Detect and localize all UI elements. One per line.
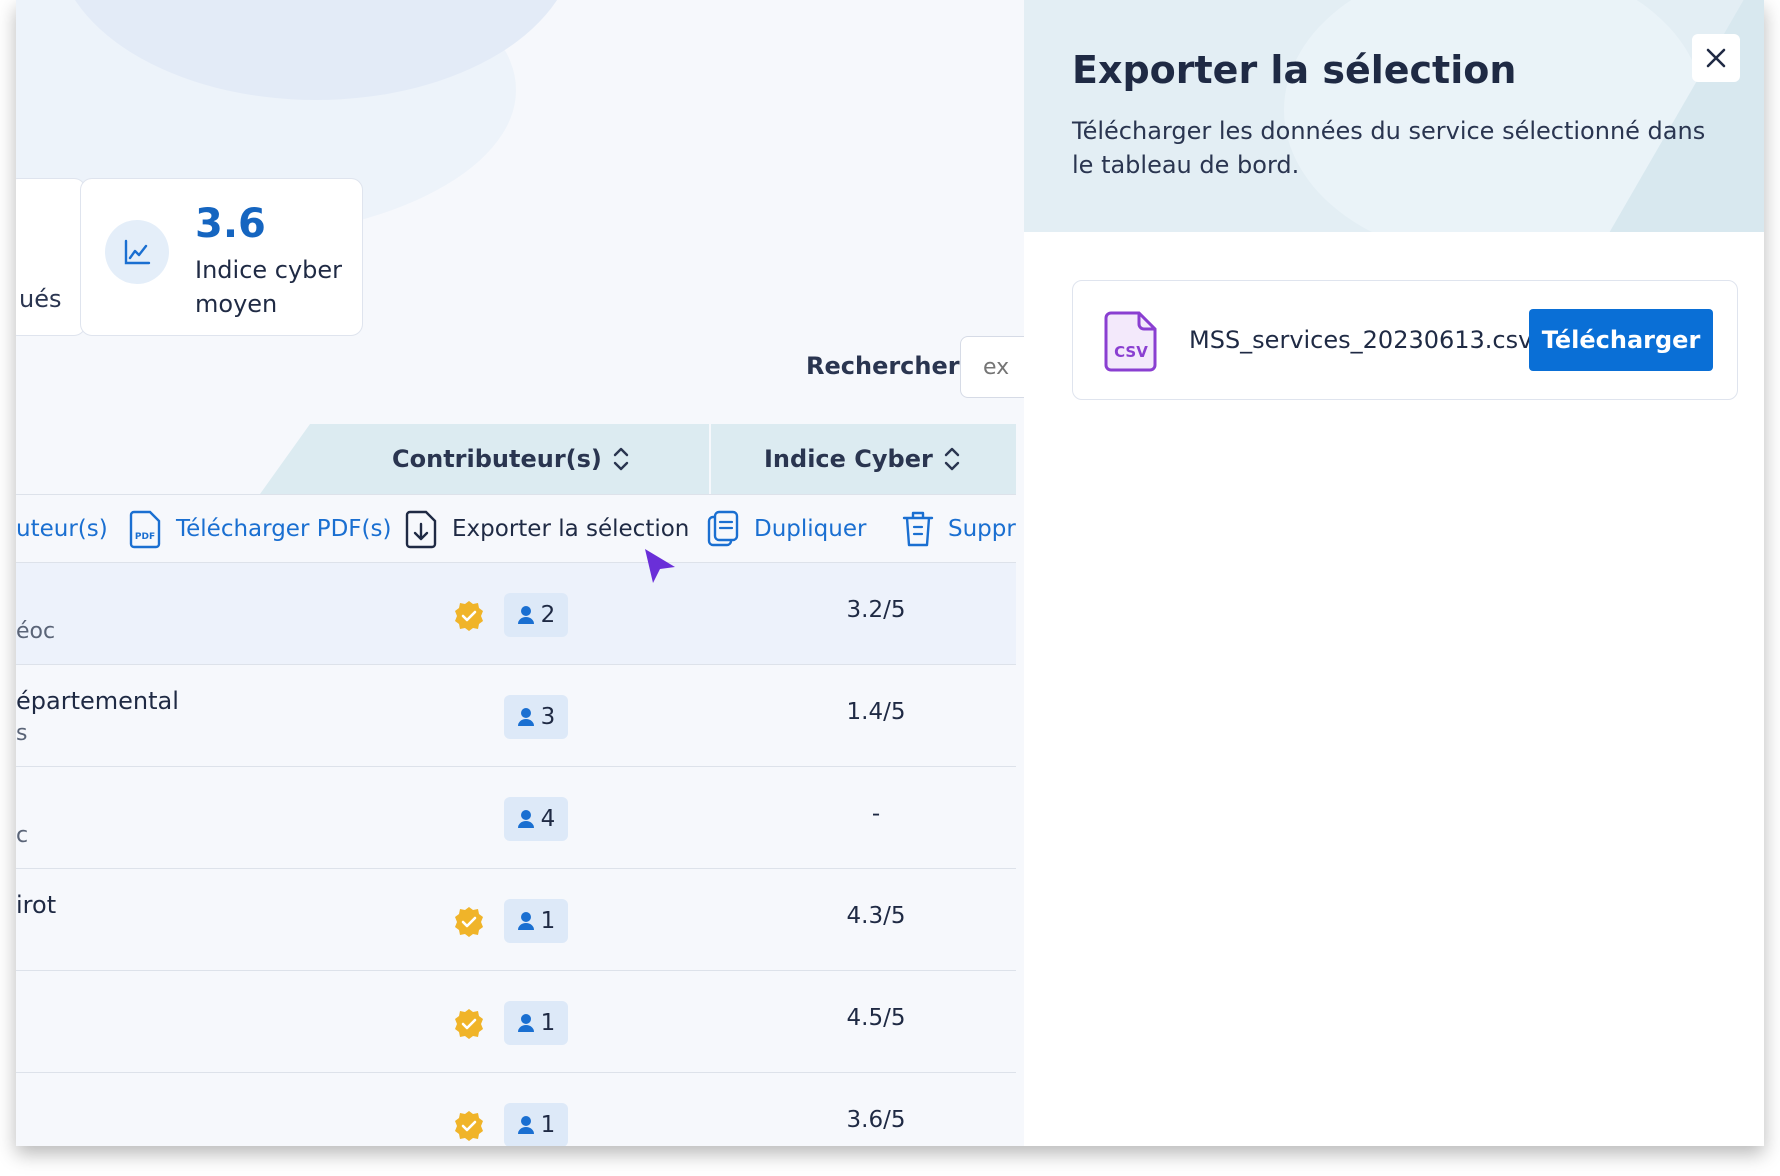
stat-card-partial: ués [16,178,86,336]
action-delete[interactable]: Suppr [900,495,1016,563]
user-icon [517,912,534,930]
cyber-index-score: 4.3/5 [846,903,906,929]
column-header-label: Indice Cyber [764,445,933,473]
sort-icon [944,447,960,471]
contributors-count: 3 [540,704,556,730]
verified-badge-icon [455,1111,483,1141]
action-label: Télécharger PDF(s) [176,516,392,542]
app-frame: ués 3.6 Indice cyber moyen Rechercher Co… [16,0,1764,1146]
table-row[interactable]: éoc 2 3.2/5 [16,562,1016,664]
contributors-badge[interactable]: 1 [504,1103,568,1146]
contributors-count: 1 [540,908,556,934]
pdf-icon: PDF [129,510,161,549]
chart-line-icon [105,220,169,284]
csv-icon-label: CSV [1114,343,1148,361]
selection-action-bar: uteur(s) PDF Télécharger PDF(s) Exporter… [16,494,1016,562]
column-header-label: Contributeur(s) [392,445,602,473]
panel-title: Exporter la sélection [1072,48,1517,92]
duplicate-icon [707,510,739,547]
contributors-count: 4 [540,806,556,832]
service-subtitle: s [16,721,28,746]
user-icon [517,810,534,828]
cyber-index-score: 3.6/5 [846,1107,906,1133]
cyber-index-score: - [871,801,881,827]
action-download-pdf[interactable]: PDF Télécharger PDF(s) [126,495,391,563]
user-icon [517,708,534,726]
column-header-cyber-index[interactable]: Indice Cyber [764,424,961,494]
table-row[interactable]: 1 3.6/5 [16,1072,1016,1146]
contributors-count: 2 [540,602,556,628]
service-name: irot [16,891,57,919]
svg-text:PDF: PDF [135,532,155,542]
stat-label: Indice cyber moyen [195,256,343,318]
user-icon [517,606,534,624]
action-label: Exporter la sélection [452,516,690,542]
action-label: Dupliquer [754,516,867,542]
user-icon [517,1116,534,1134]
contributors-badge[interactable]: 4 [504,797,568,841]
service-name: épartemental [16,687,179,715]
contributors-badge[interactable]: 1 [504,899,568,943]
contributors-count: 1 [540,1010,556,1036]
export-file-card: CSV MSS_services_20230613.csv Télécharge… [1072,280,1738,400]
user-icon [517,1014,534,1032]
action-duplicate[interactable]: Dupliquer [704,495,866,563]
cyber-index-score: 3.2/5 [846,597,906,623]
close-icon [1706,48,1726,68]
verified-badge-icon [455,907,483,937]
table-row[interactable]: épartemental s 3 1.4/5 [16,664,1016,766]
export-icon [405,510,437,549]
stat-value: 3.6 [195,201,266,247]
service-subtitle: éoc [16,619,56,644]
contributors-badge[interactable]: 1 [504,1001,568,1045]
verified-badge-icon [455,601,483,631]
trash-icon [902,511,934,547]
sort-icon [613,447,629,471]
close-button[interactable] [1692,34,1740,82]
table-header: Contributeur(s) Indice Cyber [16,424,1016,494]
action-label: uteur(s) [16,516,108,542]
cyber-index-score: 1.4/5 [846,699,906,725]
service-subtitle: c [16,823,29,848]
table-row[interactable]: 1 4.5/5 [16,970,1016,1072]
panel-description: Télécharger les données du service sélec… [1072,117,1706,179]
search-label: Rechercher [806,352,960,380]
verified-badge-icon [455,1009,483,1039]
csv-file-icon: CSV [1104,311,1157,372]
action-contributors[interactable]: uteur(s) [16,495,108,563]
file-name: MSS_services_20230613.csv [1189,326,1533,354]
contributors-badge[interactable]: 2 [504,593,568,637]
export-side-panel: Exporter la sélection Télécharger les do… [1024,0,1764,1146]
download-button[interactable]: Télécharger [1529,309,1713,371]
stat-card-cyber-index: 3.6 Indice cyber moyen [80,178,363,336]
action-label: Suppr [948,516,1016,542]
stat-card-partial-label: ués [19,285,62,313]
column-header-contributors[interactable]: Contributeur(s) [392,424,630,494]
contributors-badge[interactable]: 3 [504,695,568,739]
cyber-index-score: 4.5/5 [846,1005,906,1031]
table-row[interactable]: irot 1 4.3/5 [16,868,1016,970]
mouse-cursor-icon [645,549,675,583]
table-row[interactable]: c 4 - [16,766,1016,868]
panel-header: Exporter la sélection Télécharger les do… [1024,0,1764,232]
contributors-count: 1 [540,1112,556,1138]
